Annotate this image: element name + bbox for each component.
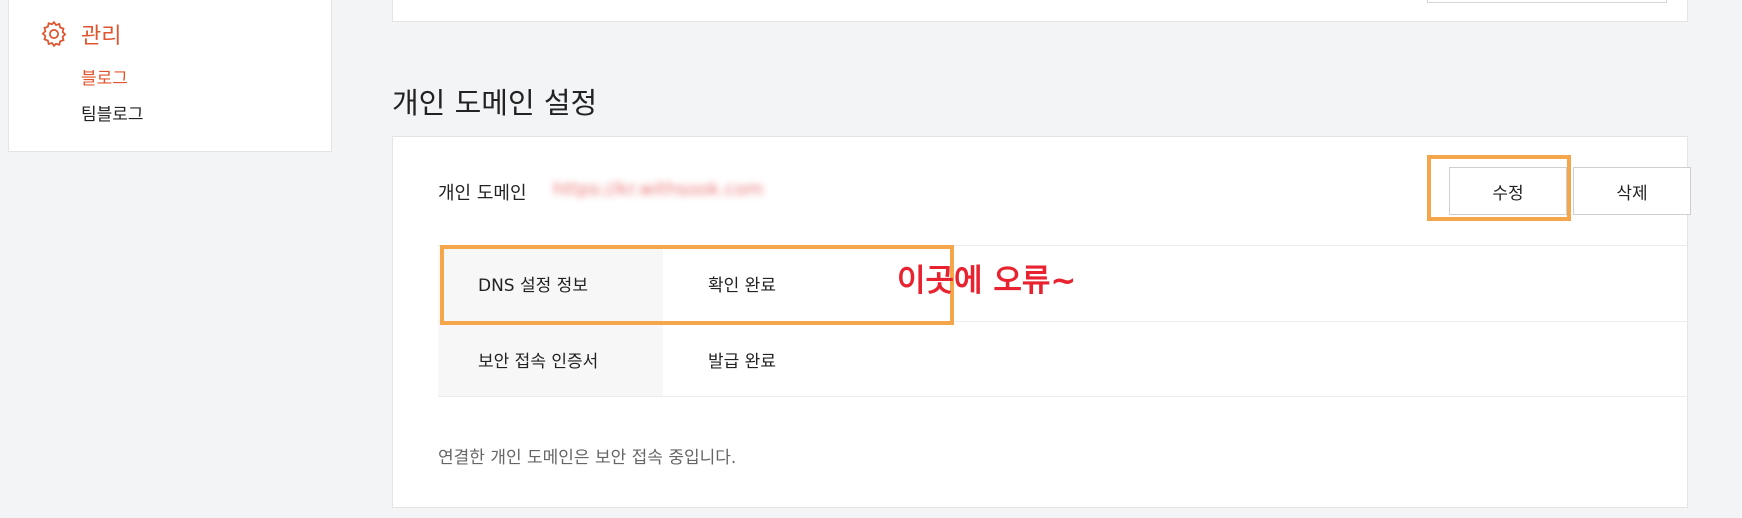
certificate-value: 발급 완료: [708, 351, 776, 372]
domain-url: https://kr.withsook.com: [553, 179, 764, 200]
section-title: 개인 도메인 설정: [392, 86, 598, 120]
edit-button-highlight: [1427, 155, 1571, 221]
previous-section-card: [392, 0, 1688, 22]
delete-button[interactable]: 삭제: [1573, 167, 1691, 215]
page: 관리 블로그 팀블로그 개인 도메인 설정 개인 도메인 https://kr.…: [0, 0, 1742, 518]
domain-settings-card: 개인 도메인 https://kr.withsook.com 수정 삭제 DNS…: [392, 136, 1691, 508]
secure-connection-note: 연결한 개인 도메인은 보안 접속 중입니다.: [438, 448, 737, 468]
gear-icon: [41, 20, 67, 48]
sidebar: 관리 블로그 팀블로그: [8, 0, 332, 152]
error-annotation: 이곳에 오류~: [897, 263, 1077, 299]
previous-section-button[interactable]: [1427, 0, 1667, 3]
table-row-certificate: 보안 접속 인증서 발급 완료: [438, 321, 1689, 397]
domain-label: 개인 도메인: [438, 183, 527, 204]
certificate-label: 보안 접속 인증서: [438, 322, 663, 396]
sidebar-item-team-blog[interactable]: 팀블로그: [81, 100, 144, 125]
sidebar-item-blog[interactable]: 블로그: [81, 64, 128, 89]
sidebar-menu-manage[interactable]: 관리: [39, 18, 121, 50]
sidebar-menu-label: 관리: [81, 24, 122, 49]
dns-row-highlight: [440, 245, 954, 325]
